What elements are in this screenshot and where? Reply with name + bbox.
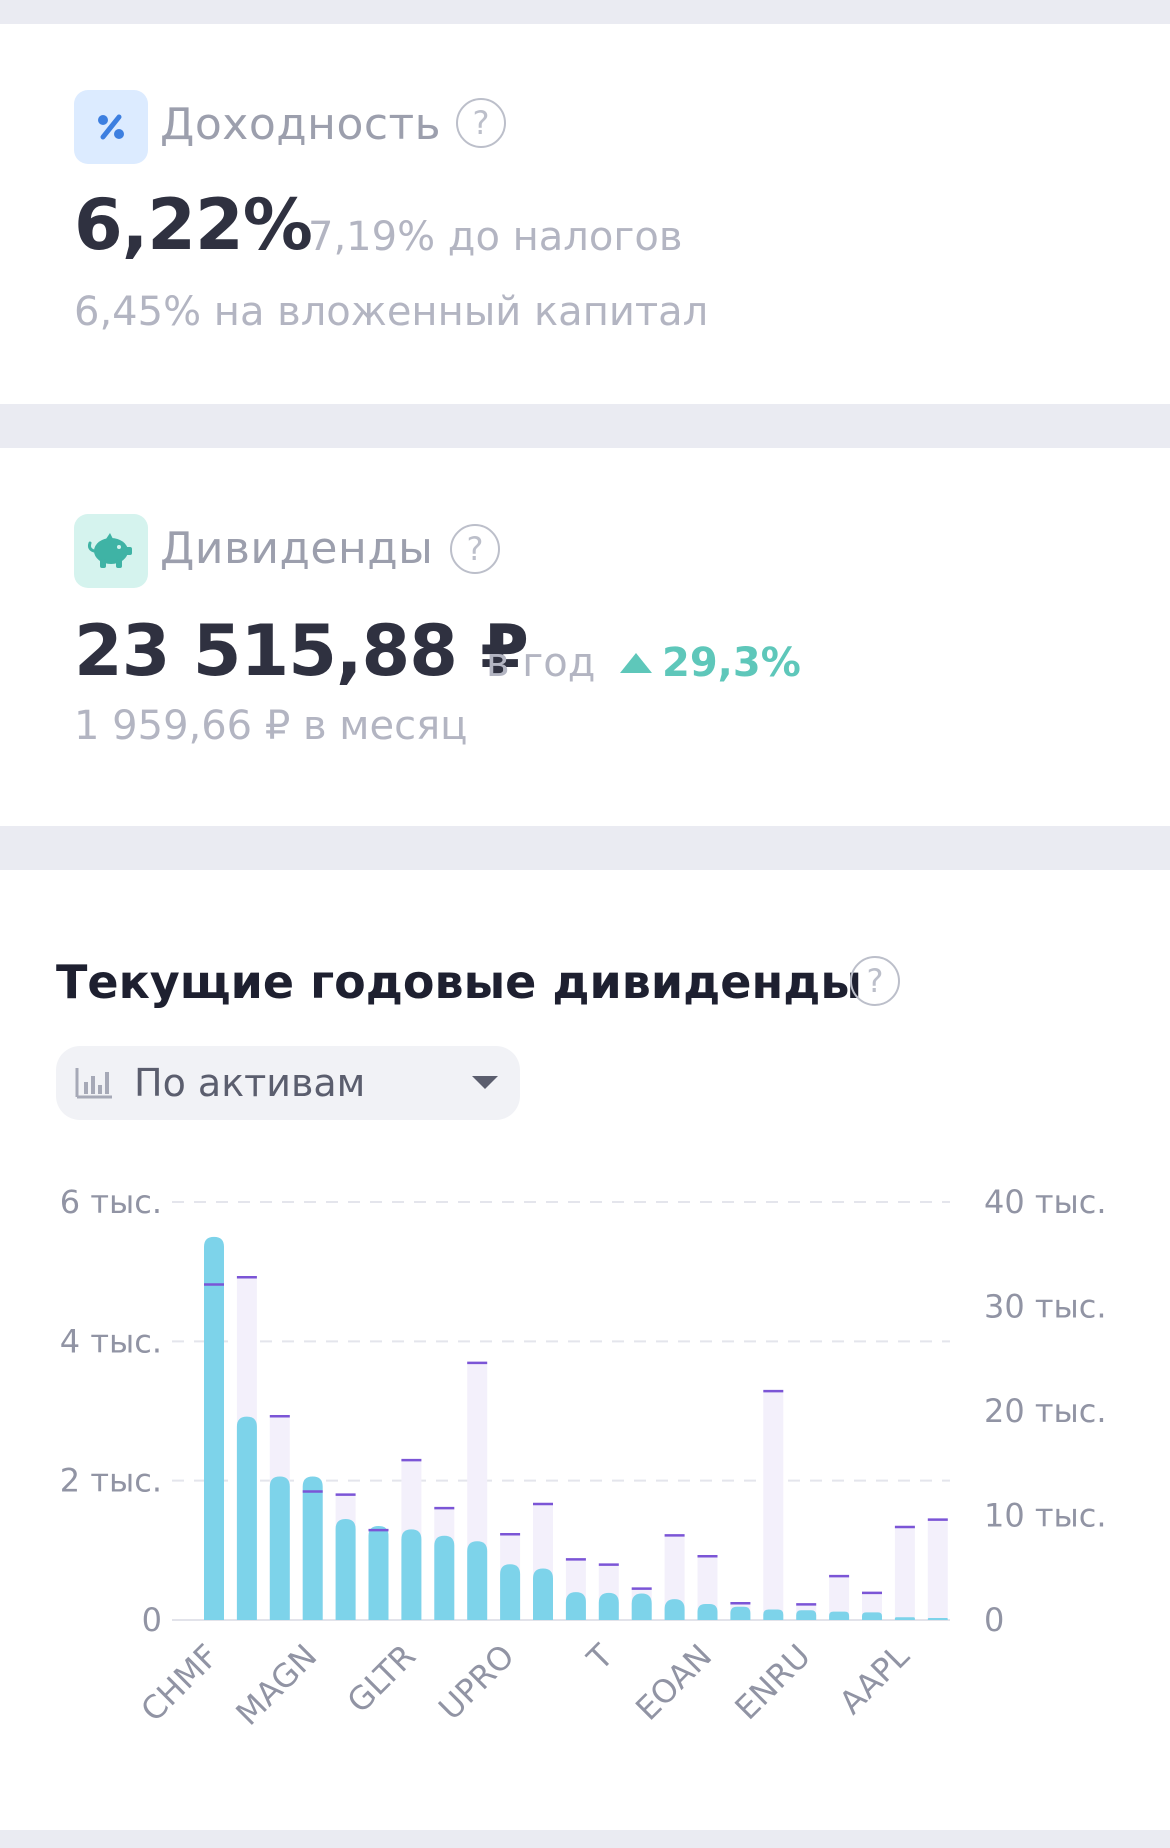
dividend-bar[interactable]: [894, 1617, 915, 1620]
x-axis-label: ENRU: [727, 1637, 817, 1727]
dividends-value: 23 515,88 ₽: [74, 610, 529, 692]
piggy-bank-icon: [74, 514, 148, 588]
dividend-bar[interactable]: [467, 1541, 488, 1620]
yield-before-tax: 7,19% до налогов: [308, 214, 683, 260]
dividend-bar[interactable]: [269, 1476, 290, 1620]
dividend-bar[interactable]: [927, 1618, 948, 1620]
right-axis-tick: 0: [984, 1601, 1004, 1639]
yield-card: Доходность ? 6,22% 7,19% до налогов 6,45…: [0, 24, 1170, 404]
yield-help-icon[interactable]: ?: [456, 98, 506, 148]
dividends-title: Дивиденды: [160, 523, 434, 574]
dividend-bar[interactable]: [434, 1535, 455, 1620]
dividends-per-month: 1 959,66 ₽ в месяц: [74, 703, 468, 749]
dividend-bar[interactable]: [829, 1611, 850, 1620]
dividend-bar[interactable]: [401, 1529, 422, 1620]
dividend-bar[interactable]: [631, 1593, 652, 1620]
yield-title: Доходность: [160, 99, 442, 150]
value-bar[interactable]: [894, 1526, 915, 1620]
dividend-bar[interactable]: [500, 1564, 521, 1620]
right-axis-tick: 30 тыс.: [984, 1288, 1107, 1326]
left-axis-tick: 6 тыс.: [60, 1183, 162, 1221]
arrow-up-icon: [620, 653, 652, 673]
left-axis-tick: 2 тыс.: [60, 1462, 162, 1500]
dividend-bar[interactable]: [236, 1416, 257, 1620]
dividend-bar[interactable]: [730, 1606, 751, 1620]
percent-icon: [74, 90, 148, 164]
dividend-bar[interactable]: [763, 1609, 784, 1620]
yield-value: 6,22%: [74, 184, 313, 266]
value-bar[interactable]: [763, 1391, 784, 1620]
x-axis-label: GLTR: [340, 1637, 423, 1720]
dividend-bar[interactable]: [533, 1568, 553, 1620]
chart-card: Текущие годовые дивиденды ? По активам 0…: [0, 870, 1170, 1830]
yield-on-capital: 6,45% на вложенный капитал: [74, 289, 709, 335]
x-axis-label: UPRO: [431, 1637, 522, 1728]
dividends-per-year: в год: [486, 640, 596, 686]
dividends-change: 29,3%: [620, 640, 801, 686]
dividend-bar[interactable]: [565, 1592, 586, 1620]
dividends-card: Дивиденды ? 23 515,88 ₽ в год 29,3% 1 95…: [0, 448, 1170, 826]
dividend-bar[interactable]: [368, 1525, 389, 1620]
dividends-change-value: 29,3%: [662, 640, 801, 686]
right-axis-tick: 10 тыс.: [984, 1497, 1107, 1535]
dividends-help-icon[interactable]: ?: [450, 524, 500, 574]
x-axis-label: AAPL: [832, 1637, 917, 1722]
x-axis-label: T: [579, 1636, 621, 1678]
dividend-bar[interactable]: [204, 1236, 224, 1620]
dividend-bar[interactable]: [697, 1603, 718, 1620]
x-axis-label: MAGN: [228, 1637, 324, 1733]
dividend-bar[interactable]: [664, 1599, 685, 1620]
left-axis-tick: 0: [142, 1601, 162, 1639]
dividend-bar[interactable]: [796, 1610, 817, 1620]
dividend-bar[interactable]: [335, 1518, 356, 1620]
x-axis-label: EOAN: [628, 1637, 719, 1728]
right-axis-tick: 40 тыс.: [984, 1183, 1107, 1221]
dividend-bar[interactable]: [598, 1592, 619, 1620]
x-axis-label: CHMF: [133, 1637, 225, 1729]
value-bar[interactable]: [927, 1519, 948, 1620]
dividends-chart: 0 2 тыс. 4 тыс. 6 тыс. 0 10 тыс. 20 тыс. 30 тыс…: [60, 1183, 1107, 1733]
dividend-bar[interactable]: [302, 1476, 323, 1620]
dividend-bar[interactable]: [862, 1612, 882, 1620]
left-axis-tick: 4 тыс.: [60, 1322, 162, 1360]
right-axis-tick: 20 тыс.: [984, 1392, 1107, 1430]
